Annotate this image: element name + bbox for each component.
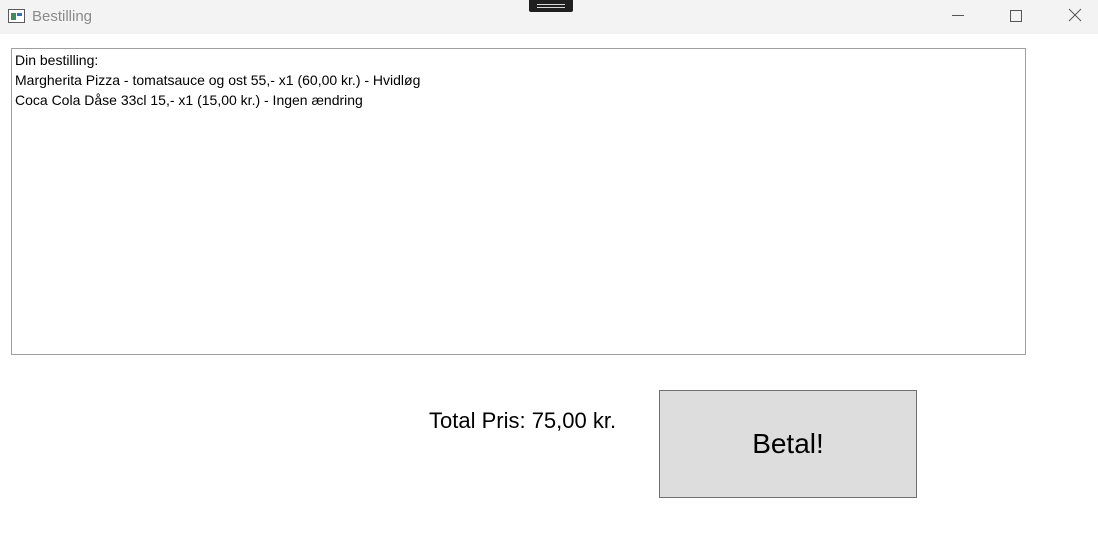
minimize-icon — [952, 15, 964, 16]
order-line-item: Margherita Pizza - tomatsauce og ost 55,… — [15, 72, 421, 88]
minimize-button[interactable] — [935, 0, 981, 34]
order-heading: Din bestilling: — [15, 52, 99, 68]
maximize-button[interactable] — [993, 0, 1039, 34]
window-title: Bestilling — [32, 8, 93, 25]
title-bar[interactable]: Bestilling — [0, 0, 1098, 34]
order-line-item: Coca Cola Dåse 33cl 15,- x1 (15,00 kr.) … — [15, 92, 363, 108]
maximize-icon — [1010, 10, 1022, 22]
total-price-label: Total Pris: 75,00 kr. — [429, 408, 617, 433]
app-icon — [8, 9, 25, 23]
close-button[interactable] — [1052, 0, 1098, 34]
snap-layout-handle[interactable] — [529, 0, 573, 12]
pay-button[interactable]: Betal! — [659, 390, 917, 498]
order-textbox[interactable]: Din bestilling: Margherita Pizza - tomat… — [11, 48, 1026, 355]
close-icon — [1068, 8, 1082, 22]
